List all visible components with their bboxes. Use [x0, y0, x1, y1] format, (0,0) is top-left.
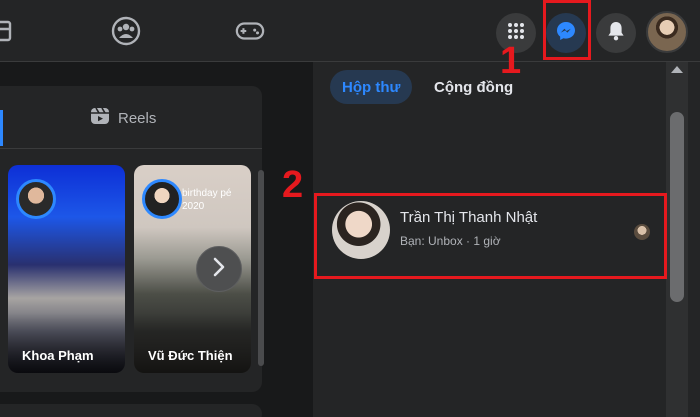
- story-author: Khoa Phạm: [22, 348, 94, 363]
- facebook-page: Reels Khoa Phạm birthday pé 2020 Vũ Đức …: [0, 0, 700, 417]
- notifications-button[interactable]: [596, 13, 636, 53]
- next-post-card: [0, 404, 262, 417]
- story-author: Vũ Đức Thiện: [148, 348, 233, 363]
- annotation-box-messenger: [543, 0, 591, 60]
- reels-label: Reels: [118, 109, 157, 127]
- avatar: [16, 179, 56, 219]
- story-card-peek: [258, 170, 264, 366]
- story-shade: [134, 313, 251, 373]
- next-stories-button[interactable]: [196, 246, 242, 292]
- marketplace-icon[interactable]: [0, 16, 16, 46]
- story-shade: [8, 313, 125, 373]
- scrollbar-thumb[interactable]: [670, 112, 684, 302]
- stories-tab-indicator: [0, 110, 3, 146]
- story-overlay-text: birthday pé 2020: [182, 188, 232, 212]
- notifications-icon: [607, 21, 625, 46]
- tab-reels[interactable]: Reels: [90, 106, 156, 130]
- groups-icon[interactable]: [111, 16, 141, 46]
- story-card[interactable]: Khoa Phạm: [8, 165, 125, 373]
- annotation-box-chat: [314, 193, 667, 279]
- avatar: [142, 179, 182, 219]
- annotation-step-2: 2: [282, 164, 304, 206]
- chevron-right-icon: [212, 257, 226, 282]
- annotation-step-1: 1: [500, 40, 522, 82]
- reels-icon: [90, 106, 110, 130]
- account-avatar[interactable]: [646, 11, 688, 53]
- top-navigation-bar: [0, 0, 700, 62]
- scroll-up-arrow[interactable]: [671, 66, 683, 73]
- gaming-icon[interactable]: [235, 16, 265, 46]
- tab-divider: [0, 148, 262, 149]
- tab-inbox[interactable]: Hộp thư: [330, 70, 413, 104]
